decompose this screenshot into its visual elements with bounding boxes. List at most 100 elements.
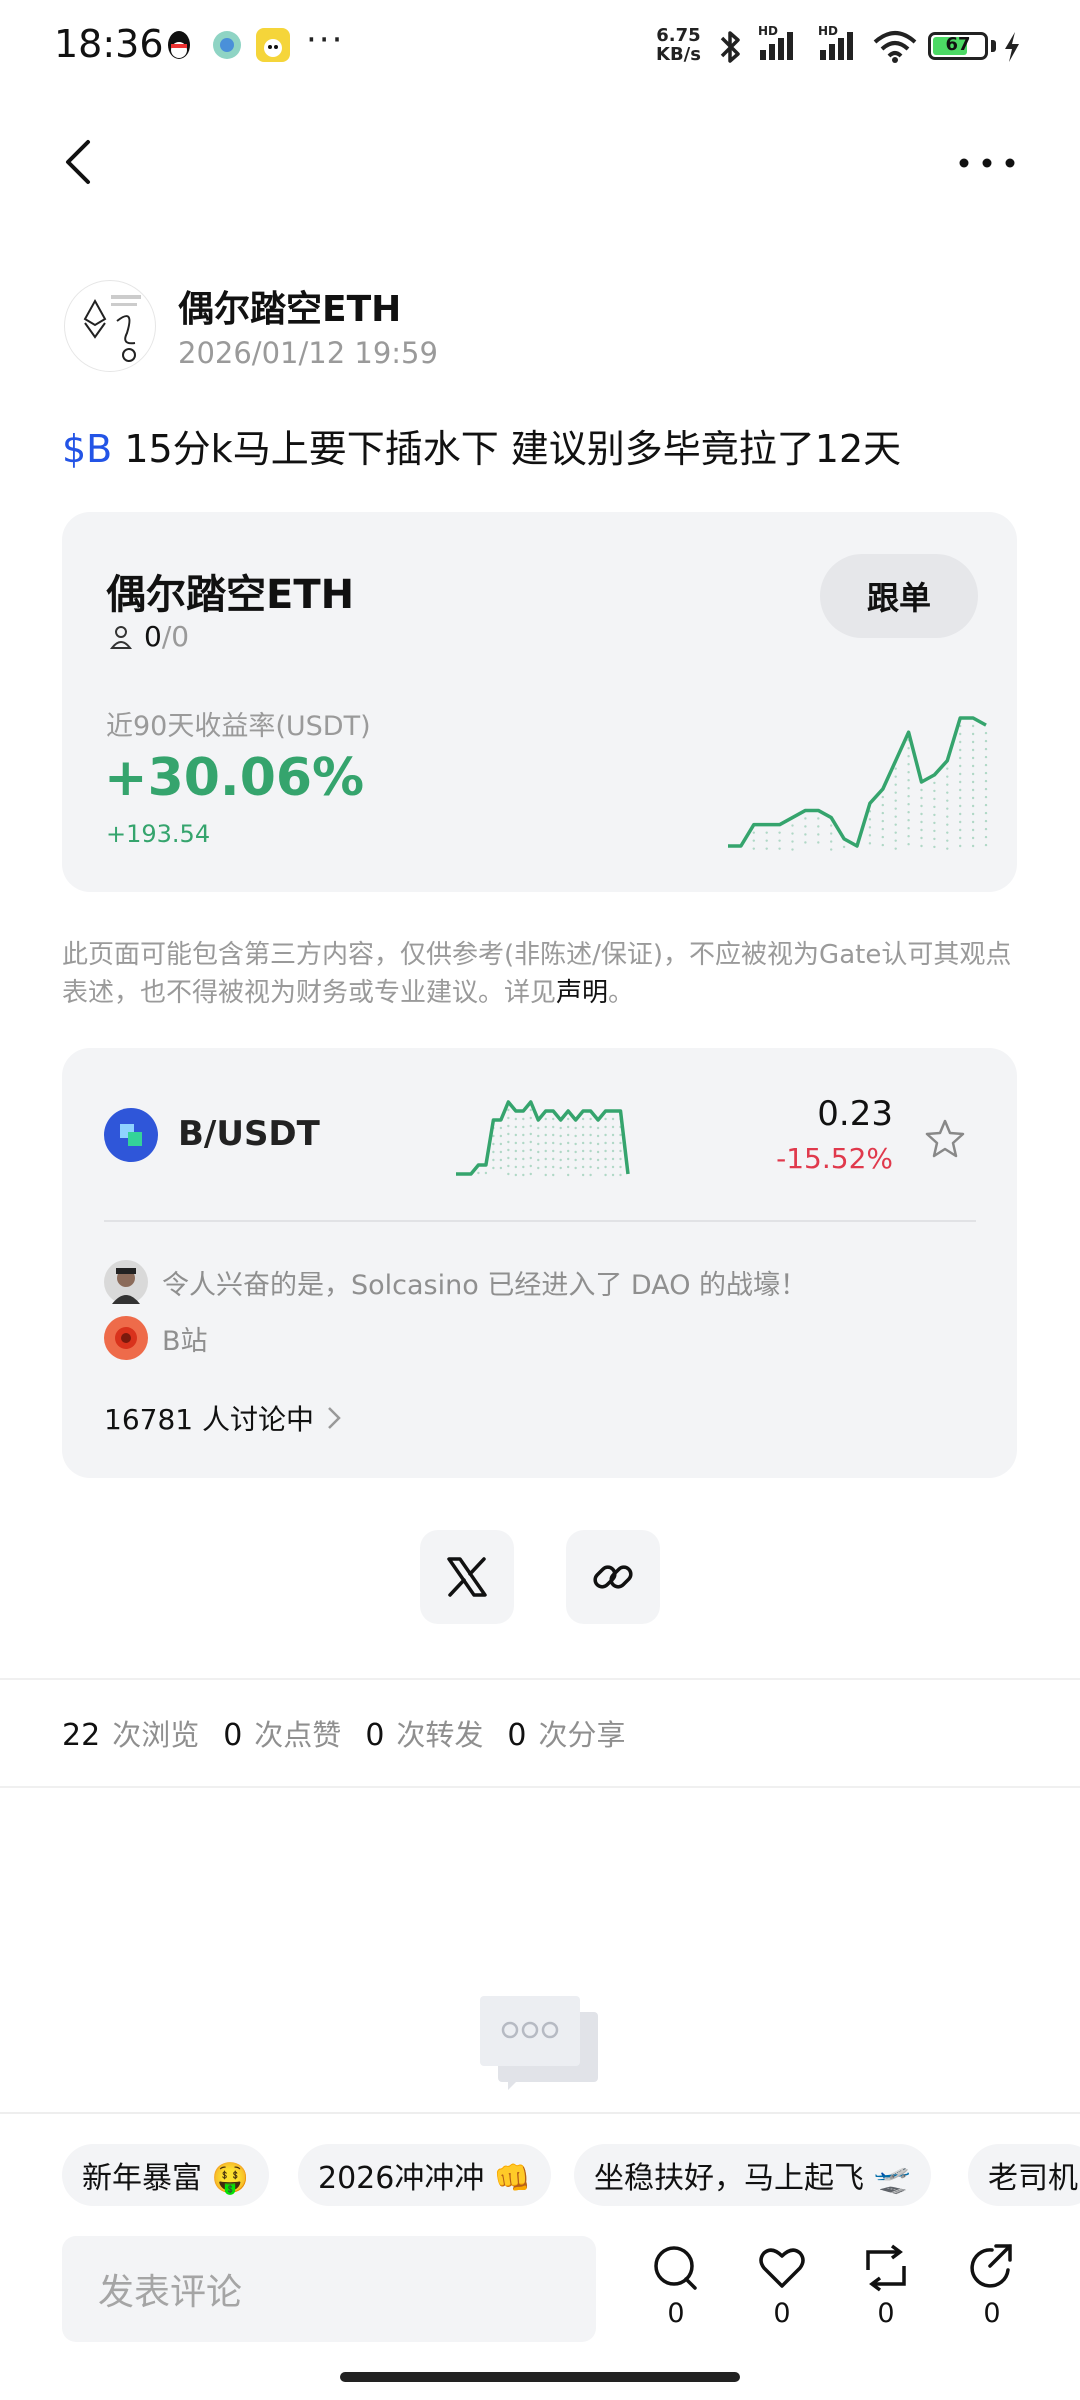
net-speed-value: 6.75 xyxy=(656,25,701,46)
news-item[interactable]: B站 xyxy=(104,1316,208,1360)
roi-sparkline-fill-dot xyxy=(959,772,962,776)
price-sparkline-fill-dot xyxy=(604,1149,607,1153)
price-sparkline-fill-dot xyxy=(499,1158,503,1162)
roi-sparkline-fill-dot xyxy=(804,833,807,836)
price-sparkline-fill-dot xyxy=(507,1132,510,1136)
charging-icon xyxy=(1002,30,1022,68)
price-sparkline-fill-dot xyxy=(537,1158,540,1162)
author-avatar[interactable] xyxy=(64,280,156,372)
quick-tag-chip[interactable]: 新年暴富 🤑 xyxy=(62,2144,269,2206)
price-sparkline-fill-dot xyxy=(566,1165,570,1169)
comment-action[interactable]: 0 xyxy=(636,2242,716,2329)
comment-icon xyxy=(654,2246,697,2290)
status-bar: 18:36 ··· 6.75 KB/s HD HD 67 xyxy=(0,0,1080,90)
roi-sparkline-fill-dot xyxy=(881,795,884,799)
roi-sparkline-line xyxy=(728,716,987,848)
price-sparkline-fill-dot xyxy=(604,1157,607,1161)
roi-sparkline-fill-dot xyxy=(778,831,781,834)
roi-sparkline-fill-dot xyxy=(920,836,923,840)
shares-label: 次分享 xyxy=(538,1718,626,1752)
price-sparkline-fill-dot xyxy=(611,1117,615,1121)
price-sparkline-fill-dot xyxy=(499,1126,503,1130)
roi-sparkline-fill-dot xyxy=(765,831,768,834)
quick-tag-chip[interactable]: 坐稳扶好，马上起飞 🛫 xyxy=(574,2144,931,2206)
price-sparkline-fill-dot xyxy=(589,1149,592,1153)
bottom-bar: 新年暴富 🤑 2026冲冲冲 👊 坐稳扶好，马上起飞 🛫 老司机 发表评论 0 … xyxy=(0,2112,1080,2344)
price-sparkline-fill-dot xyxy=(596,1150,600,1154)
price-sparkline-fill-dot xyxy=(507,1116,510,1120)
price-sparkline-fill-dot xyxy=(596,1142,600,1146)
roi-sparkline-fill-dot xyxy=(959,740,962,744)
price-sparkline-fill-dot xyxy=(507,1172,510,1176)
share-x-button[interactable] xyxy=(420,1530,514,1624)
price-sparkline-fill-dot xyxy=(574,1166,577,1170)
roi-sparkline-fill-dot xyxy=(984,795,988,799)
author-name[interactable]: 偶尔踏空ETH xyxy=(178,280,401,332)
price-sparkline-fill-dot xyxy=(507,1156,510,1160)
roi-sparkline-fill-dot xyxy=(894,823,897,826)
roi-sparkline-fill-dot xyxy=(894,791,897,794)
divider xyxy=(0,1678,1080,1680)
price-sparkline-fill-dot xyxy=(552,1125,555,1129)
quick-tag-chip[interactable]: 老司机 xyxy=(968,2144,1080,2206)
comment-input[interactable]: 发表评论 xyxy=(62,2236,596,2342)
price-sparkline-fill-dot xyxy=(604,1133,607,1137)
roi-sparkline-fill-dot xyxy=(971,780,975,784)
roi-sparkline-fill-dot xyxy=(791,848,794,851)
roi-sparkline-fill-dot xyxy=(881,835,884,839)
price-sparkline-fill-dot xyxy=(581,1117,585,1121)
roi-sparkline-fill-dot xyxy=(881,819,884,823)
repost-action[interactable]: 0 xyxy=(846,2242,926,2329)
roi-sparkline-fill-dot xyxy=(933,805,936,809)
price-sparkline-fill-dot xyxy=(544,1165,547,1169)
favorite-star-icon[interactable] xyxy=(922,1116,968,1162)
post-stats: 22 次浏览 0 次点赞 0 次转发 0 次分享 xyxy=(62,1712,650,1754)
price-sparkline-fill-dot xyxy=(566,1133,570,1137)
roi-sparkline-fill-dot xyxy=(907,763,910,766)
price-sparkline-fill-dot xyxy=(574,1142,577,1146)
copy-trader-card[interactable]: 偶尔踏空ETH 0/0 跟单 近90天收益率(USDT) +30.06% +19… xyxy=(62,512,1017,892)
roi-sparkline-fill-dot xyxy=(881,827,884,831)
roi-sparkline-fill-dot xyxy=(959,844,962,848)
share-action[interactable]: 0 xyxy=(952,2242,1032,2329)
roi-sparkline-fill-dot xyxy=(817,833,820,836)
followers-max: 0 xyxy=(171,620,190,653)
price-sparkline-fill-dot xyxy=(559,1142,562,1146)
roi-sparkline-fill-dot xyxy=(971,796,975,800)
price-sparkline-fill-dot xyxy=(604,1117,607,1121)
like-action[interactable]: 0 xyxy=(742,2242,822,2329)
copy-trade-button[interactable]: 跟单 xyxy=(820,554,978,638)
back-button[interactable] xyxy=(56,134,104,190)
news-text: B站 xyxy=(162,1325,208,1357)
roi-sparkline-fill-dot xyxy=(946,823,949,826)
price-sparkline-fill-dot xyxy=(581,1125,585,1129)
roi-sparkline-fill-dot xyxy=(830,824,833,827)
quick-tag-chip[interactable]: 2026冲冲冲 👊 xyxy=(298,2144,552,2206)
chevron-right-icon xyxy=(328,1407,341,1429)
price-sparkline-fill-dot xyxy=(574,1150,577,1154)
price-sparkline-fill-dot xyxy=(566,1173,570,1177)
views-count: 22 xyxy=(62,1718,101,1753)
disclaimer-link[interactable]: 声明 xyxy=(556,978,608,1008)
roi-sparkline-fill-dot xyxy=(959,748,962,752)
price-sparkline-fill-dot xyxy=(507,1140,510,1144)
news-item[interactable]: 令人兴奋的是，Solcasino 已经进入了 DAO 的战壕！ xyxy=(104,1260,807,1304)
roi-sparkline-fill-dot xyxy=(984,747,988,751)
roi-sparkline-fill-dot xyxy=(971,788,975,792)
roi-sparkline-fill-dot xyxy=(971,844,975,848)
more-button[interactable] xyxy=(952,140,1022,186)
price-sparkline-fill-dot xyxy=(589,1125,592,1129)
roi-sparkline-fill-dot xyxy=(894,767,897,770)
roi-sparkline-fill-dot xyxy=(984,779,988,783)
roi-sparkline-fill-dot xyxy=(778,847,781,850)
price-sparkline-fill-dot xyxy=(619,1149,622,1153)
browser-icon xyxy=(210,28,244,62)
price-sparkline-fill-dot xyxy=(596,1126,600,1130)
price-sparkline-fill-dot xyxy=(477,1171,480,1175)
market-card[interactable]: B/USDT 0.23 -15.52% 令人兴奋的是，Solcasino 已经进… xyxy=(62,1048,1017,1478)
copy-link-button[interactable] xyxy=(566,1530,660,1624)
price-sparkline-fill-dot xyxy=(604,1165,607,1169)
coin-tag-link[interactable]: $B xyxy=(62,427,112,471)
discussion-link[interactable]: 16781 人讨论中 xyxy=(104,1398,342,1438)
roi-sparkline-fill-dot xyxy=(907,803,910,806)
